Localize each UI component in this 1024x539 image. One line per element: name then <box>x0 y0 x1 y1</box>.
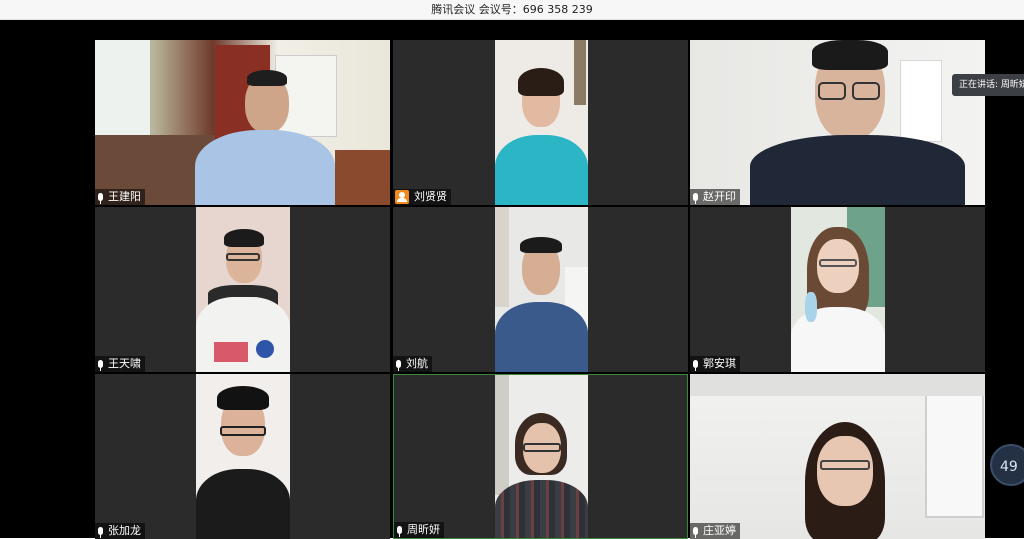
participant-name: 赵开印 <box>703 190 736 203</box>
mic-icon <box>98 360 103 371</box>
name-label: 王建阳 <box>95 189 145 205</box>
participant-tile-2[interactable]: 刘贤贤 <box>393 40 688 205</box>
name-label: 郭安琪 <box>690 356 740 372</box>
video-stage: 王建阳 刘贤贤 赵开印 王天啸 刘航 郭安琪 张加龙 周昕妍 庄亚婷 <box>0 20 1024 539</box>
meeting-title-bar: 腾讯会议 会议号：696 358 239 <box>0 0 1024 20</box>
participant-tile-6[interactable]: 郭安琪 <box>690 207 985 372</box>
name-label: 周昕妍 <box>394 522 444 538</box>
participant-name: 周昕妍 <box>407 523 440 536</box>
participant-video <box>196 207 290 372</box>
host-icon <box>395 190 409 204</box>
participant-video <box>495 207 588 372</box>
name-label: 庄亚婷 <box>690 523 740 539</box>
participant-video <box>196 374 290 539</box>
mic-icon <box>396 360 401 371</box>
participant-video <box>95 40 390 205</box>
name-label: 王天啸 <box>95 356 145 372</box>
participant-name: 刘航 <box>406 357 428 370</box>
mic-icon <box>98 527 103 538</box>
mic-icon <box>693 193 698 204</box>
participant-tile-8[interactable]: 周昕妍 <box>393 374 688 539</box>
participant-video <box>791 207 885 372</box>
name-label: 刘贤贤 <box>393 189 451 205</box>
active-speaker-label: 正在讲话: 周昕妍 <box>959 80 1024 90</box>
participant-name: 郭安琪 <box>703 357 736 370</box>
participant-video <box>495 375 588 538</box>
mic-icon <box>693 360 698 371</box>
participant-video <box>690 374 985 539</box>
active-speaker-indicator: 正在讲话: 周昕妍 <box>952 74 1024 96</box>
participant-tile-5[interactable]: 刘航 <box>393 207 688 372</box>
participant-video <box>690 40 985 205</box>
participant-tile-1[interactable]: 王建阳 <box>95 40 390 205</box>
participant-name: 张加龙 <box>108 524 141 537</box>
participant-name: 刘贤贤 <box>414 190 447 203</box>
badge-value: 49 <box>1000 459 1018 475</box>
participant-name: 王天啸 <box>108 357 141 370</box>
name-label: 刘航 <box>393 356 432 372</box>
mic-icon <box>397 526 402 537</box>
participant-video <box>495 40 588 205</box>
participant-name: 庄亚婷 <box>703 524 736 537</box>
participant-tile-4[interactable]: 王天啸 <box>95 207 390 372</box>
network-badge[interactable]: 49 <box>990 444 1024 486</box>
name-label: 张加龙 <box>95 523 145 539</box>
participant-tile-7[interactable]: 张加龙 <box>95 374 390 539</box>
mic-icon <box>693 527 698 538</box>
name-label: 赵开印 <box>690 189 740 205</box>
mic-icon <box>98 193 103 204</box>
meeting-title: 腾讯会议 会议号：696 358 239 <box>431 3 593 16</box>
video-grid: 王建阳 刘贤贤 赵开印 王天啸 刘航 郭安琪 张加龙 周昕妍 庄亚婷 <box>95 40 987 539</box>
participant-tile-9[interactable]: 庄亚婷 <box>690 374 985 539</box>
participant-tile-3[interactable]: 赵开印 <box>690 40 985 205</box>
participant-name: 王建阳 <box>108 190 141 203</box>
